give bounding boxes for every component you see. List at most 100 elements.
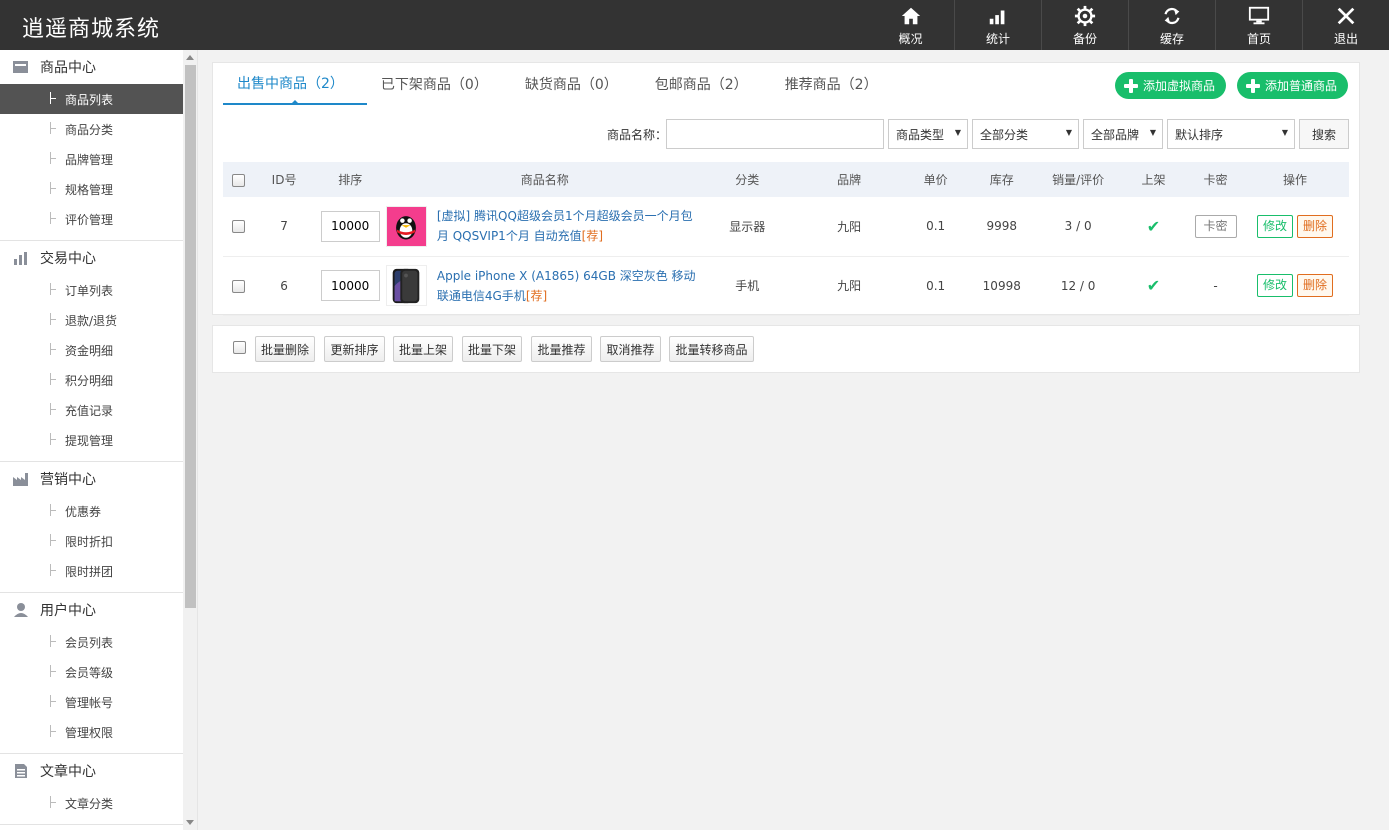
cell-id: 7 [253,197,315,257]
plus-icon [1124,78,1138,93]
sidebar-item-refunds[interactable]: 退款/退货 [0,305,183,335]
tab-off-shelf[interactable]: 已下架商品（0） [367,63,511,105]
tab-recommended[interactable]: 推荐商品（2） [771,63,901,105]
top-header: 逍遥商城系统 概况 统计 备份 缓存 首页 退出 [0,0,1389,50]
search-button[interactable]: 搜索 [1299,119,1349,149]
sidebar-group-title[interactable]: 商品中心 [0,50,183,84]
select-all-checkbox[interactable] [231,173,245,187]
delete-button[interactable]: 删除 [1296,214,1333,238]
sidebar-item-member-level[interactable]: 会员等级 [0,657,183,687]
col-price: 单价 [907,162,965,197]
cell-category: 手机 [703,256,792,316]
product-name-link[interactable]: Apple iPhone X (A1865) 64GB 深空灰色 移动联通电信4… [437,266,704,306]
bulk-select-checkbox[interactable] [233,341,246,354]
nav-overview-label: 概况 [898,32,923,46]
cell-brand: 九阳 [791,256,908,316]
bar-chart-icon [14,252,27,265]
product-cell: Apple iPhone X (A1865) 64GB 深空灰色 移动联通电信4… [385,265,704,306]
cell-stock: 9998 [964,197,1040,257]
nav-logout[interactable]: 退出 [1302,0,1389,50]
sidebar-scrollbar[interactable] [183,50,197,830]
sidebar-group-marketing: 营销中心 优惠券 限时折扣 限时拼团 [0,462,183,593]
phone-image-icon [393,268,420,303]
cancel-recommend-button[interactable]: 取消推荐 [600,336,661,362]
sidebar-item-coupons[interactable]: 优惠券 [0,496,183,526]
sidebar-item-members[interactable]: 会员列表 [0,627,183,657]
nav-cache[interactable]: 缓存 [1128,0,1215,50]
product-name-link[interactable]: [虚拟] 腾讯QQ超级会员1个月超级会员一个月包月 QQSVIP1个月 自动充值… [437,206,704,246]
nav-backup[interactable]: 备份 [1041,0,1128,50]
product-thumbnail[interactable] [385,265,427,306]
row-checkbox[interactable] [231,220,245,234]
sidebar-item-group-buy[interactable]: 限时拼团 [0,556,183,586]
on-shelf-check-icon[interactable]: ✔ [1147,276,1160,295]
col-on-shelf: 上架 [1116,162,1191,197]
sidebar-item-goods-category[interactable]: 商品分类 [0,114,183,144]
nav-overview[interactable]: 概况 [867,0,954,50]
bulk-recommend-button[interactable]: 批量推荐 [531,336,592,362]
sidebar-item-brand[interactable]: 品牌管理 [0,144,183,174]
cell-card: - [1190,256,1241,316]
update-sort-button[interactable]: 更新排序 [324,336,385,362]
goods-type-select[interactable]: 商品类型 [888,119,968,149]
card-key-button[interactable]: 卡密 [1194,214,1237,238]
sidebar-group-title[interactable]: 营销中心 [0,462,183,496]
box-icon [13,61,28,73]
sort-input[interactable] [320,210,380,242]
sidebar-item-recharge[interactable]: 充值记录 [0,395,183,425]
sidebar-item-admin-accounts[interactable]: 管理帐号 [0,687,183,717]
tab-out-of-stock[interactable]: 缺货商品（0） [511,63,641,105]
sidebar-item-spec[interactable]: 规格管理 [0,174,183,204]
scroll-thumb[interactable] [185,65,196,608]
brand-select[interactable]: 全部品牌 [1083,119,1163,149]
nav-cache-label: 缓存 [1159,32,1184,46]
sidebar-item-admin-perms[interactable]: 管理权限 [0,717,183,747]
sidebar-item-discount[interactable]: 限时折扣 [0,526,183,556]
sidebar-item-article-category[interactable]: 文章分类 [0,788,183,818]
sidebar-group-title[interactable]: 交易中心 [0,241,183,275]
bulk-delete-button[interactable]: 批量删除 [255,336,315,362]
sidebar-group-title[interactable]: 文章中心 [0,754,183,788]
col-category: 分类 [703,162,792,197]
nav-home[interactable]: 首页 [1215,0,1302,50]
sidebar-group-title[interactable]: 用户中心 [0,593,183,627]
edit-button[interactable]: 修改 [1256,214,1293,238]
goods-tabs: 出售中商品（2） 已下架商品（0） 缺货商品（0） 包邮商品（2） 推荐商品（2… [223,63,901,105]
category-select[interactable]: 全部分类 [972,119,1079,149]
tab-on-sale[interactable]: 出售中商品（2） [223,63,367,105]
sort-select[interactable]: 默认排序 [1167,119,1295,149]
qq-penguin-icon [396,216,417,240]
nav-home-label: 首页 [1246,32,1271,46]
sidebar-item-points[interactable]: 积分明细 [0,365,183,395]
edit-button[interactable]: 修改 [1256,274,1293,297]
add-normal-goods-button[interactable]: 添加普通商品 [1237,72,1349,99]
bulk-off-shelf-button[interactable]: 批量下架 [462,336,522,362]
sort-input[interactable] [320,270,380,301]
cell-category: 显示器 [703,197,792,257]
bulk-actions-bar: 批量删除 更新排序 批量上架 批量下架 批量推荐 取消推荐 批量转移商品 [212,325,1360,373]
sidebar-group-goods: 商品中心 商品列表 商品分类 品牌管理 规格管理 评价管理 [0,50,183,241]
refresh-icon [1164,7,1180,25]
col-actions: 操作 [1240,162,1349,197]
sidebar-item-orders[interactable]: 订单列表 [0,275,183,305]
delete-button[interactable]: 删除 [1296,274,1333,297]
scroll-up-icon[interactable] [186,55,194,60]
on-shelf-check-icon[interactable]: ✔ [1147,217,1160,236]
sidebar-item-funds[interactable]: 资金明细 [0,335,183,365]
row-checkbox[interactable] [231,279,245,293]
gear-icon [1074,5,1096,27]
table-header-row: ID号 排序 商品名称 分类 品牌 单价 库存 销量/评价 上架 卡密 操作 [223,162,1349,197]
sidebar-item-withdraw[interactable]: 提现管理 [0,425,183,455]
product-thumbnail[interactable] [385,205,427,247]
scroll-down-icon[interactable] [186,820,194,825]
bulk-transfer-button[interactable]: 批量转移商品 [669,336,754,362]
sidebar-item-goods-list[interactable]: 商品列表 [0,84,183,114]
col-name: 商品名称 [385,162,704,197]
bulk-on-shelf-button[interactable]: 批量上架 [393,336,453,362]
add-virtual-goods-button[interactable]: 添加虚拟商品 [1115,72,1227,99]
tab-free-shipping[interactable]: 包邮商品（2） [641,63,771,105]
search-name-input[interactable] [666,119,884,149]
top-nav: 概况 统计 备份 缓存 首页 退出 [867,0,1389,50]
sidebar-item-review[interactable]: 评价管理 [0,204,183,234]
nav-stats[interactable]: 统计 [954,0,1041,50]
